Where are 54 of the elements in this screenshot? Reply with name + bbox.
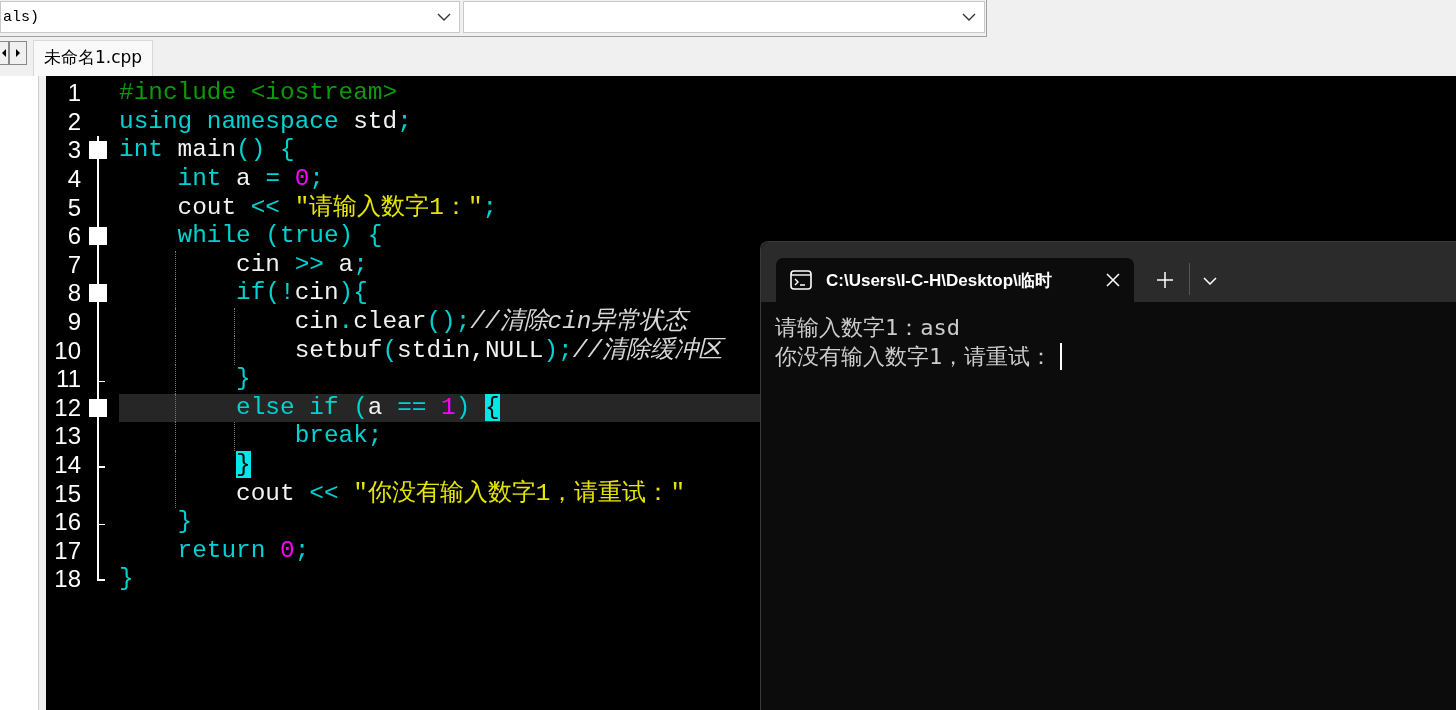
fold-toggle[interactable] <box>89 226 107 245</box>
code-line: int main() { <box>119 136 295 165</box>
file-tab[interactable]: 未命名1.cpp <box>33 40 154 76</box>
scroll-left-button[interactable] <box>0 41 9 65</box>
line-number: 5 <box>66 193 81 222</box>
triangle-right-icon <box>16 49 20 57</box>
line-number: 15 <box>53 479 81 508</box>
tab-title: C:\Users\I-C-H\Desktop\临时 <box>826 269 1053 292</box>
scroll-right-button[interactable] <box>9 41 27 65</box>
code-line: } <box>176 508 193 537</box>
line-number: 11 <box>55 365 81 394</box>
code-line: cin >> a; <box>235 250 368 279</box>
terminal-output: 请输入数字1：asd <box>775 313 960 342</box>
code-line: #include <iostream> <box>119 79 398 108</box>
code-line: while (true) { <box>176 222 383 251</box>
line-number: 1 <box>66 79 81 108</box>
line-number: 9 <box>66 308 81 337</box>
terminal-output: 你没有输入数字1，请重试： <box>775 342 1053 371</box>
triangle-left-icon <box>2 49 6 57</box>
fold-toggle[interactable] <box>89 398 107 417</box>
line-number: 3 <box>66 136 81 165</box>
code-line: break; <box>293 422 383 451</box>
fold-toggle[interactable] <box>89 141 107 160</box>
line-number: 14 <box>53 451 81 479</box>
line-number: 7 <box>66 250 81 279</box>
line-number: 10 <box>53 336 81 365</box>
chevron-down-icon <box>962 13 976 21</box>
code-line: } <box>235 365 251 394</box>
terminal-tab[interactable]: C:\Users\I-C-H\Desktop\临时 <box>776 258 1134 302</box>
line-number: 18 <box>53 565 81 594</box>
line-number: 2 <box>66 107 81 136</box>
line-number: 13 <box>53 422 81 451</box>
code-line: else if (a == 1) { <box>235 393 500 422</box>
code-line: } <box>119 565 134 594</box>
line-number: 12 <box>53 393 81 422</box>
code-line: using namespace std; <box>119 107 412 136</box>
line-number: 8 <box>66 279 81 308</box>
chevron-down-icon[interactable] <box>1203 277 1217 285</box>
code-line: if(!cin){ <box>235 279 368 308</box>
code-line: return 0; <box>176 536 310 565</box>
line-number: 6 <box>66 222 81 251</box>
chevron-down-icon <box>437 13 451 21</box>
code-line: int a = 0; <box>176 165 324 194</box>
fold-toggle[interactable] <box>89 284 107 303</box>
class-dropdown[interactable]: als) <box>0 1 460 33</box>
code-line: cout << "你没有输入数字1，请重试：" <box>235 479 686 508</box>
line-number: 4 <box>66 165 81 194</box>
text-cursor <box>1060 343 1063 370</box>
line-number: 17 <box>53 536 81 565</box>
line-number: 16 <box>53 508 81 537</box>
close-icon[interactable] <box>1106 273 1120 287</box>
terminal-icon <box>790 270 812 290</box>
new-tab-icon[interactable] <box>1157 272 1173 288</box>
code-line: cout << "请输入数字1："; <box>176 193 498 222</box>
